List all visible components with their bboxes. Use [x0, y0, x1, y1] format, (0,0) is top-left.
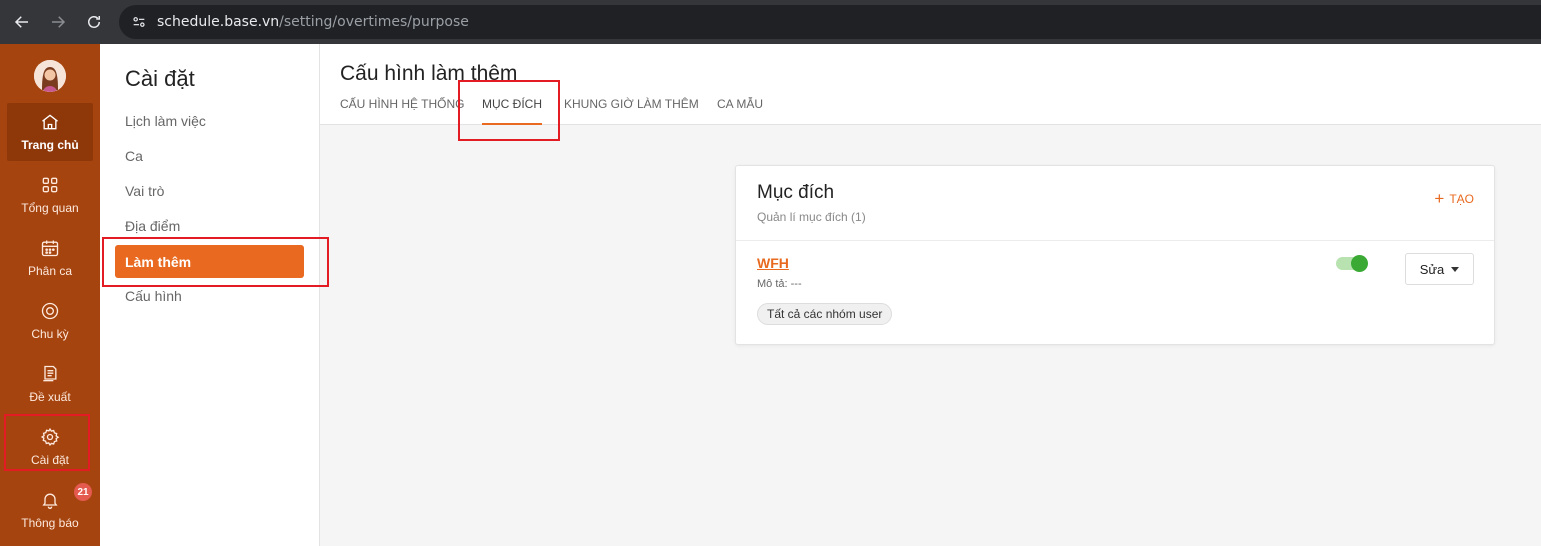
url-host: schedule.base.vn [157, 14, 280, 30]
sidebar-item-label: Chu kỳ [31, 327, 69, 341]
user-group-tag: Tất cả các nhóm user [757, 303, 893, 325]
settings-item-roles[interactable]: Vai trò [115, 174, 304, 207]
calendar-icon [41, 240, 59, 257]
sidebar-item-overview[interactable]: Tổng quan [7, 166, 93, 224]
sidebar-item-label: Thông báo [21, 516, 79, 530]
tab-shift-templates[interactable]: CA MẪU [717, 97, 763, 125]
back-icon[interactable] [10, 10, 34, 34]
home-icon [42, 114, 58, 130]
tab-overtime-slots[interactable]: KHUNG GIỜ LÀM THÊM [564, 97, 699, 125]
forward-icon[interactable] [46, 10, 70, 34]
purpose-description: Mô tả: --- [757, 278, 802, 290]
edit-button[interactable]: Sửa [1405, 253, 1474, 285]
tab-system-config[interactable]: CẤU HÌNH HỆ THỐNG [340, 97, 464, 125]
create-button[interactable]: + TẠO [1434, 189, 1474, 208]
highlight-box-tab [458, 80, 560, 141]
reload-icon[interactable] [82, 10, 106, 34]
caret-down-icon [1451, 266, 1460, 272]
settings-panel: Cài đặt Lịch làm việc Ca Vai trò Địa điể… [100, 44, 320, 546]
site-settings-icon[interactable] [123, 6, 155, 38]
settings-item-shift[interactable]: Ca [115, 139, 304, 172]
purpose-card: Mục đích Quản lí mục đích (1) + TẠO WFH … [735, 165, 1495, 345]
divider [736, 240, 1494, 241]
avatar[interactable] [34, 60, 66, 92]
notification-badge: 21 [74, 483, 92, 501]
sidebar-item-cycle[interactable]: Chu kỳ [7, 292, 93, 350]
sidebar-item-label: Trang chủ [21, 138, 79, 152]
browser-toolbar: schedule.base.vn/setting/overtimes/purpo… [0, 0, 1541, 44]
settings-item-schedule[interactable]: Lịch làm việc [115, 104, 304, 137]
purpose-name-link[interactable]: WFH [757, 255, 789, 271]
sidebar-item-label: Tổng quan [21, 201, 79, 215]
sidebar-item-shifts[interactable]: Phân ca [7, 229, 93, 287]
cycle-icon [41, 302, 59, 320]
card-subtitle: Quản lí mục đích (1) [757, 210, 866, 224]
toggle-knob [1351, 255, 1368, 272]
url-path: /setting/overtimes/purpose [279, 14, 469, 30]
highlight-box-sidebar-item [4, 414, 90, 471]
sidebar-item-label: Phân ca [27, 264, 73, 278]
create-label: TẠO [1449, 192, 1474, 206]
settings-title: Cài đặt [125, 66, 195, 91]
address-bar[interactable]: schedule.base.vn/setting/overtimes/purpo… [119, 5, 1541, 39]
card-title: Mục đích [757, 182, 835, 203]
sidebar-item-notifications[interactable]: Thông báo 21 [7, 481, 93, 539]
url-text: schedule.base.vn/setting/overtimes/purpo… [157, 14, 469, 30]
sidebar-item-label: Đề xuất [29, 390, 71, 404]
plus-icon: + [1434, 189, 1445, 208]
document-icon [43, 365, 57, 382]
grid-icon [42, 177, 58, 193]
purpose-enabled-toggle[interactable] [1336, 255, 1368, 272]
edit-label: Sửa [1419, 261, 1445, 277]
highlight-box-settings-item [102, 237, 329, 287]
sidebar-item-home[interactable]: Trang chủ [7, 103, 93, 161]
bell-icon [42, 493, 58, 509]
sidebar-item-requests[interactable]: Đề xuất [7, 355, 93, 413]
